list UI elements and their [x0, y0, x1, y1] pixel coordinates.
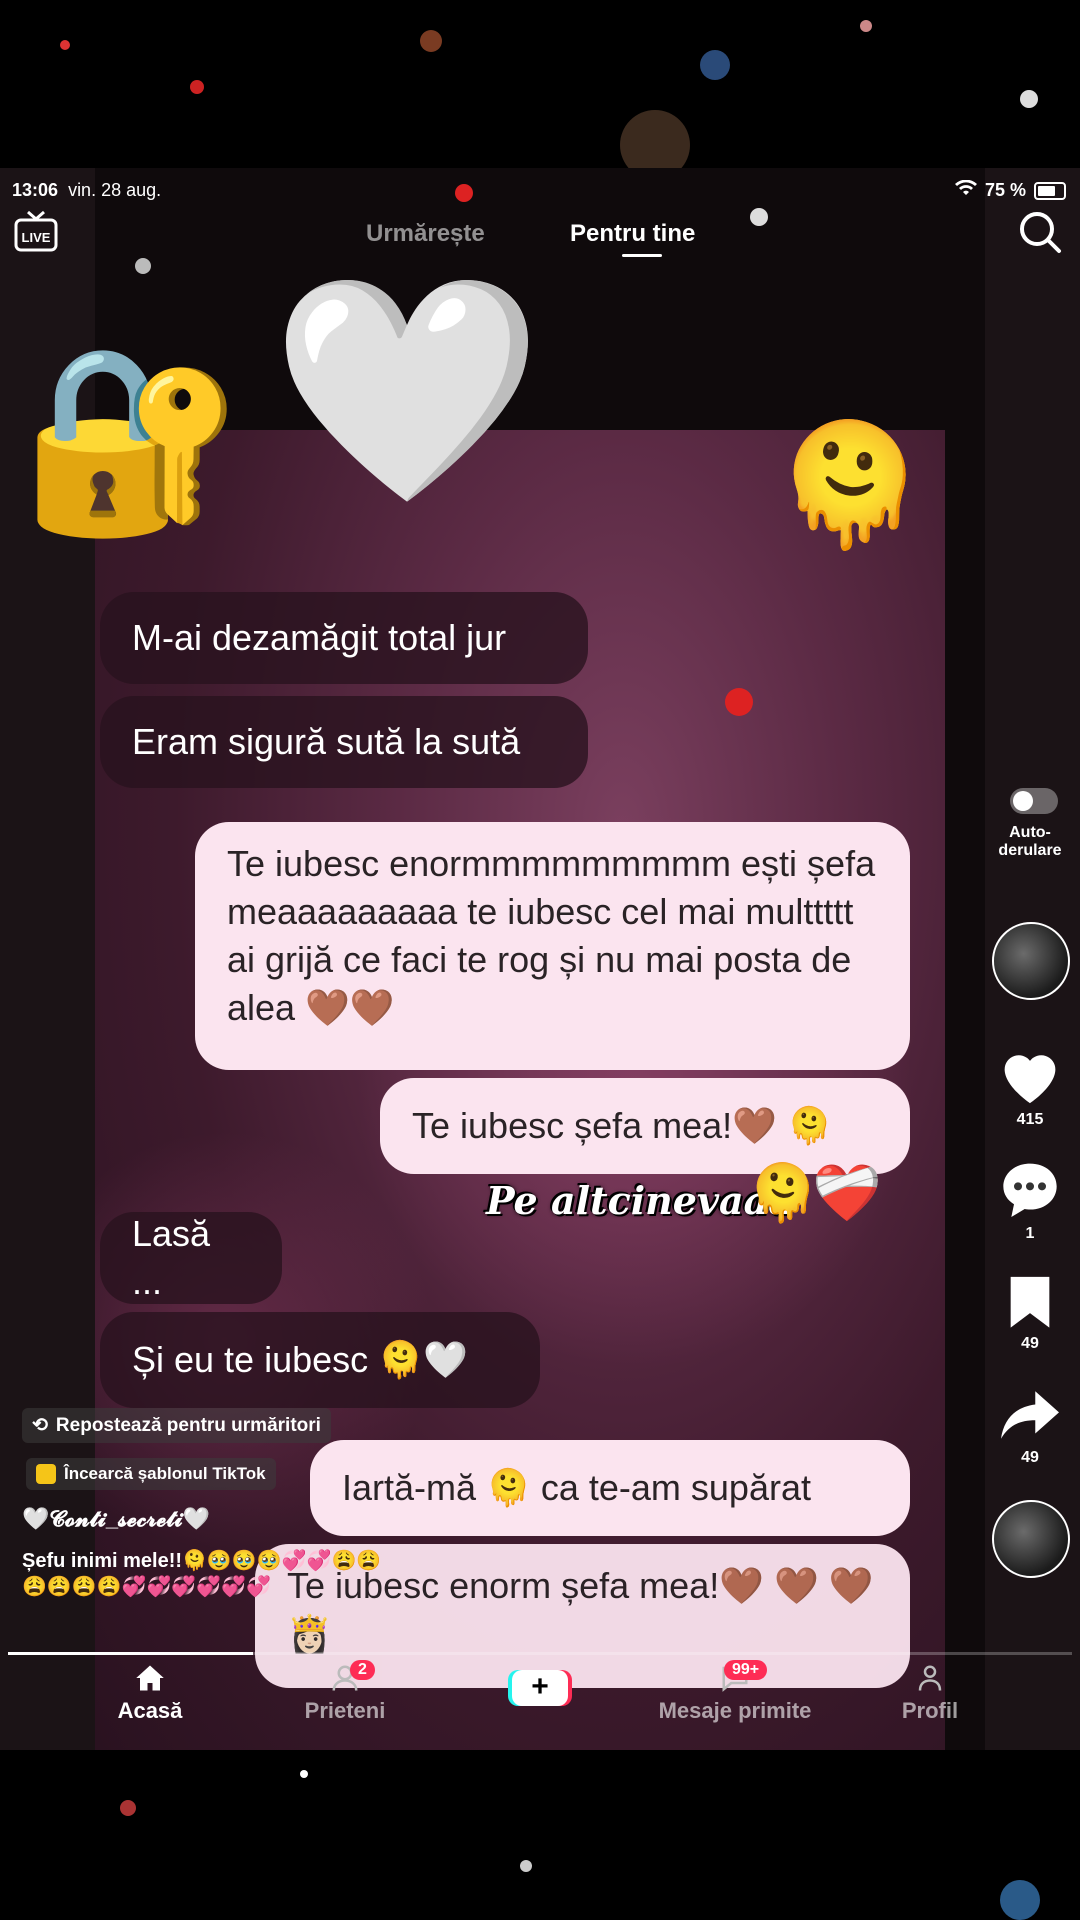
share-count: 49	[1021, 1449, 1039, 1466]
battery-icon	[1034, 181, 1066, 200]
tab-for-you[interactable]: Pentru tine	[570, 220, 695, 248]
creator-avatar[interactable]	[992, 922, 1070, 1000]
svg-text:LIVE: LIVE	[22, 230, 51, 245]
bookmark-button[interactable]: 49	[980, 1272, 1080, 1353]
live-tv-icon[interactable]: LIVE	[14, 210, 58, 252]
melting-face-sticker: 🫠	[775, 418, 925, 552]
top-nav: Urmărește Pentru tine	[0, 212, 1080, 272]
tab-friends[interactable]: 2 Prieteni	[290, 1660, 400, 1724]
heart-icon	[995, 1055, 1065, 1110]
melting-face-sticker: 🫠	[748, 1161, 818, 1224]
status-bar: 13:06 vin. 28 aug. 75 %	[0, 168, 1080, 214]
music-disc[interactable]	[992, 1500, 1070, 1578]
tab-home[interactable]: Acasă	[110, 1664, 190, 1724]
active-tab-indicator	[622, 254, 662, 257]
username[interactable]: 🤍𝓒𝓸𝓷𝓽𝓲_𝓼𝓮𝓬𝓻𝓮𝓽𝓲🤍	[22, 1506, 210, 1532]
message-received: M-ai dezamăgit total jur	[100, 592, 588, 684]
share-arrow-icon	[998, 1391, 1062, 1448]
battery-percent: 75 %	[984, 180, 1026, 200]
like-button[interactable]: 415	[980, 1044, 1080, 1129]
inbox-badge: 99+	[724, 1660, 768, 1680]
autoscroll-toggle[interactable]	[1010, 788, 1058, 814]
tab-following[interactable]: Urmărește	[366, 220, 485, 248]
tab-inbox[interactable]: 99+ Mesaje primite	[640, 1660, 830, 1724]
message-received: Eram sigură sută la sută	[100, 696, 588, 788]
comment-count: 1	[1025, 1225, 1035, 1242]
message-sent: Iartă-mă 🫠 ca te-am supărat	[310, 1440, 910, 1536]
like-count: 415	[1016, 1111, 1044, 1128]
comment-button[interactable]: 1	[980, 1158, 1080, 1243]
repost-hint[interactable]: ⟲ Repostează pentru urmăritori	[22, 1408, 331, 1443]
bookmark-icon	[1005, 1276, 1055, 1334]
message-sent: Te iubesc enormmmmmmmmm ești șefa meaaaa…	[195, 822, 910, 1070]
home-icon	[135, 1665, 165, 1697]
caption-line: Șefu inimi mele!!🫠🥹🥹🥹💞💞😩😩	[22, 1550, 382, 1572]
video-progress-bar[interactable]	[8, 1652, 1072, 1655]
friends-badge: 2	[350, 1660, 375, 1680]
share-button[interactable]: 49	[980, 1386, 1080, 1467]
bookmark-count: 49	[1021, 1335, 1039, 1352]
template-icon	[36, 1464, 56, 1484]
message-received: Și eu te iubesc 🫠🤍	[100, 1312, 540, 1408]
search-icon[interactable]	[1018, 210, 1062, 254]
autoscroll-label: Auto- derulare	[998, 824, 1062, 859]
mending-heart-sticker: ❤️‍🩹	[812, 1161, 882, 1224]
lock-key-sticker: 🔐	[20, 339, 245, 540]
status-date: vin. 28 aug.	[68, 180, 162, 200]
white-heart-sticker: 🤍	[270, 267, 544, 513]
create-button[interactable]: +	[512, 1670, 568, 1706]
caption-line: 😩😩😩😩💞💞💞💞💞💞	[22, 1576, 272, 1598]
status-time: 13:06	[12, 180, 59, 200]
message-received: Lasă ...	[100, 1212, 282, 1304]
wifi-icon	[954, 179, 977, 201]
text-sticker: Pe altcinevaaa	[486, 1178, 793, 1223]
repost-icon: ⟲	[32, 1415, 48, 1436]
tab-profile[interactable]: Profil	[890, 1664, 970, 1724]
bottom-tab-bar: Acasă 2 Prieteni + 99+ Mesaje primite Pr…	[0, 1660, 1080, 1750]
comment-icon	[998, 1163, 1062, 1224]
template-button[interactable]: Încearcă șablonul TikTok	[26, 1458, 276, 1490]
profile-icon	[915, 1665, 945, 1697]
